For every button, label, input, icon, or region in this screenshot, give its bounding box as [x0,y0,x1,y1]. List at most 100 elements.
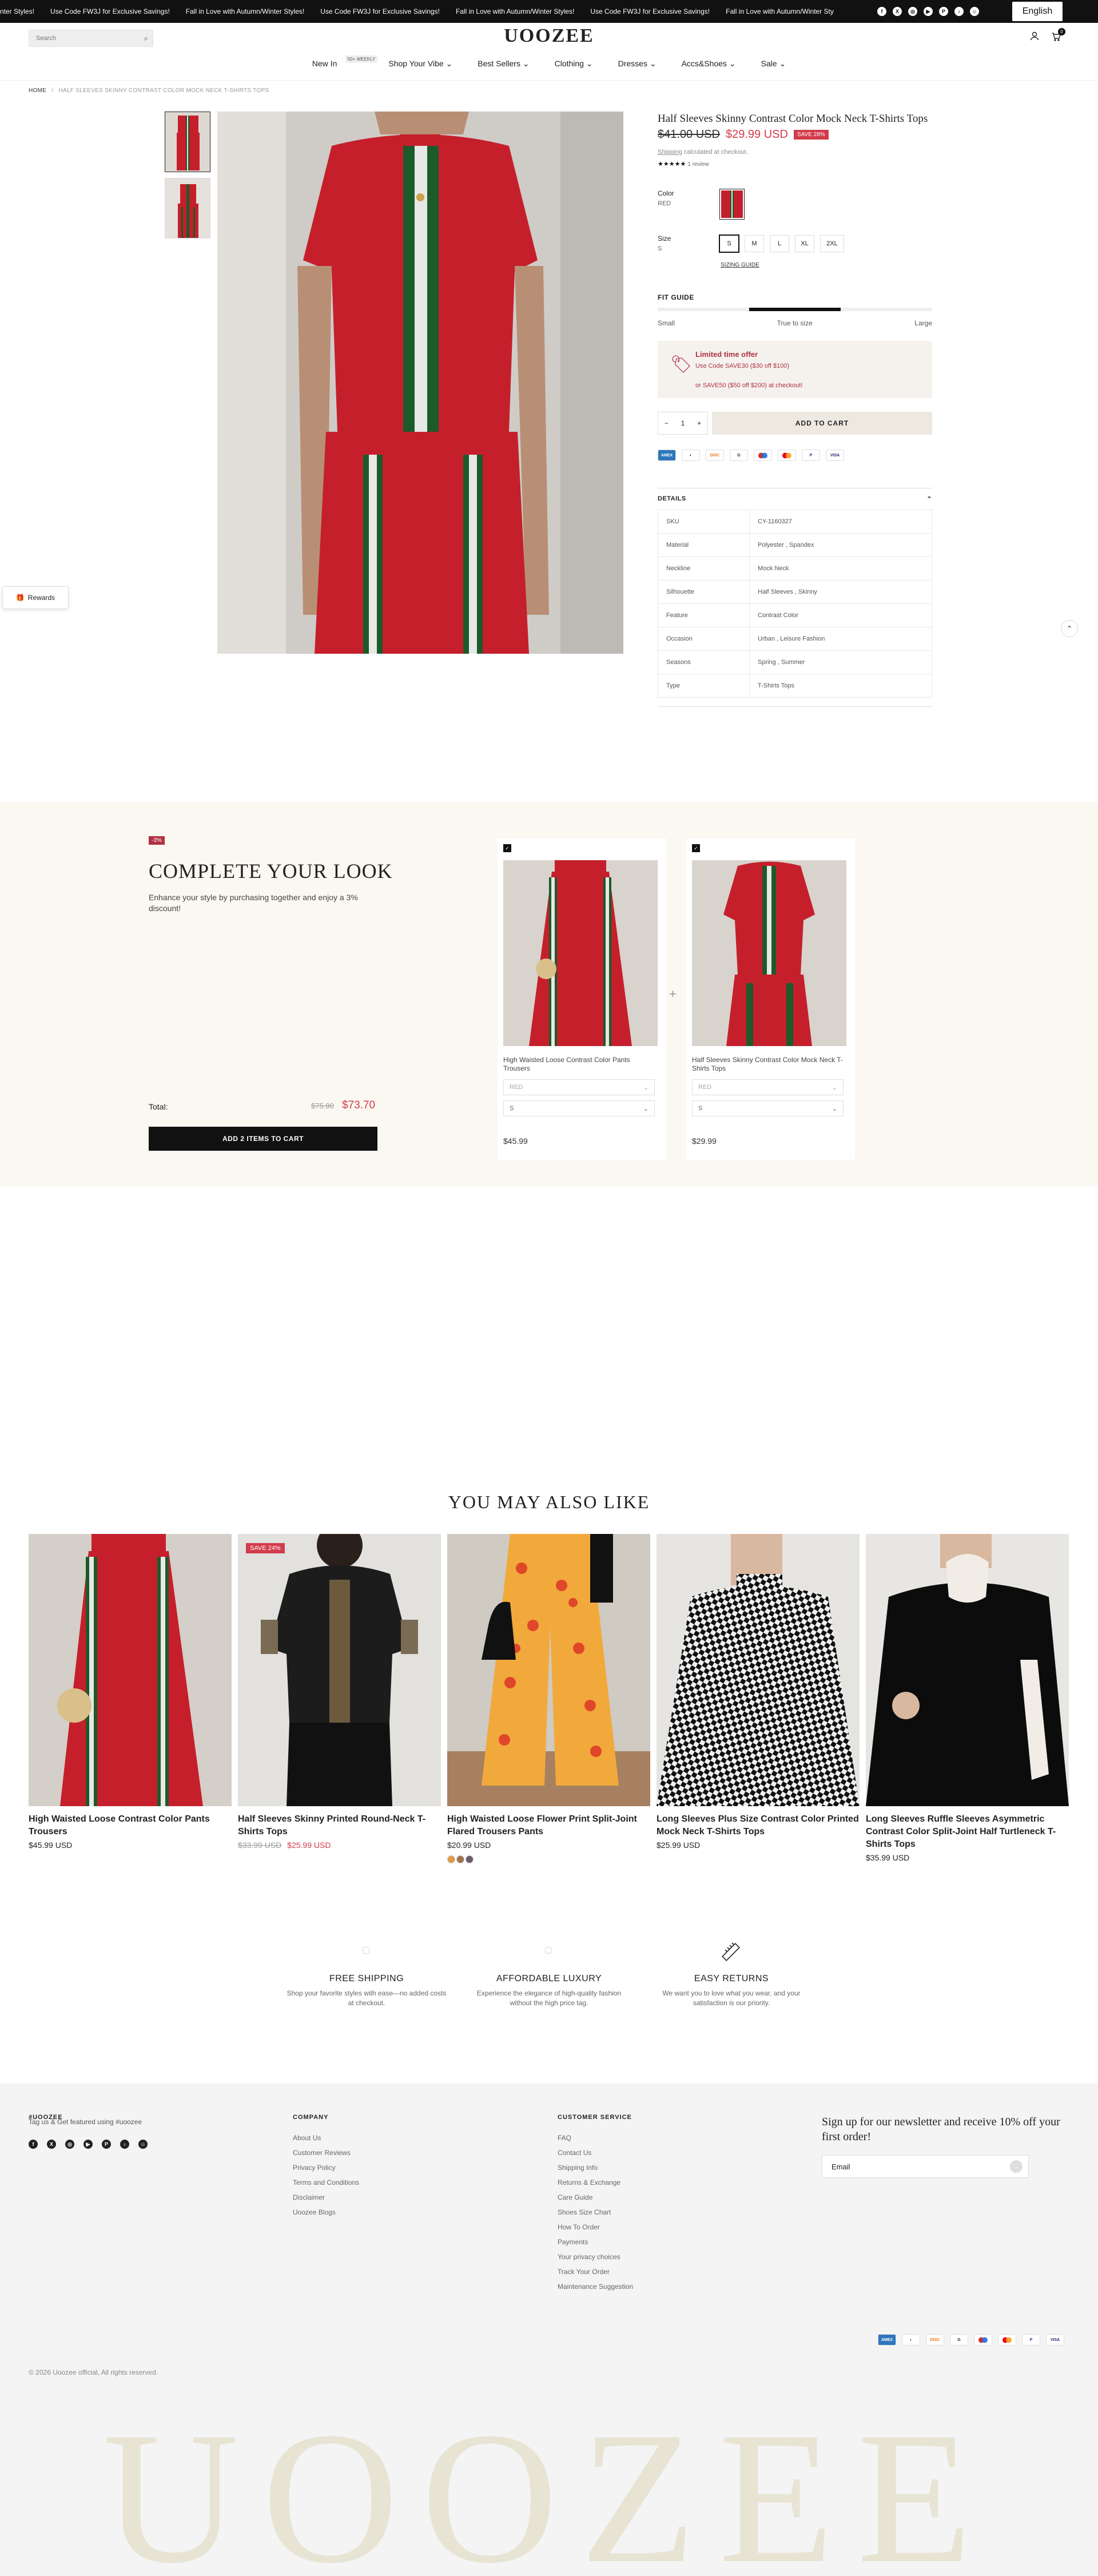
footer-link[interactable]: Your privacy choices [558,2253,633,2268]
bundle-item-checkbox[interactable]: ✓ [503,844,511,852]
footer-link[interactable]: Terms and Conditions [293,2179,359,2193]
bundle-item-image[interactable] [503,860,658,1046]
product-card-name[interactable]: Half Sleeves Skinny Printed Round-Neck T… [238,1813,441,1838]
product-card-image[interactable] [657,1534,860,1806]
nav-item-shop-your-vibe[interactable]: Shop Your Vibe ⌄ [388,59,452,69]
feature-description: We want you to love what you wear, and y… [662,1989,801,2007]
search-icon[interactable]: ⌕ [144,34,148,43]
arrow-right-icon[interactable]: → [1010,2160,1023,2173]
gallery-thumbnail[interactable] [165,112,210,172]
cart-icon[interactable]: 0 [1051,28,1065,44]
footer-link[interactable]: Care Guide [558,2193,633,2208]
sizing-guide-link[interactable]: SIZING GUIDE [721,262,759,268]
facebook-icon[interactable]: f [877,7,886,16]
bundle-item-image[interactable] [692,860,846,1046]
bundle-item-color-select[interactable]: RED ⌄ [692,1079,844,1095]
facebook-icon[interactable]: f [29,2140,38,2149]
nav-item-sale[interactable]: Sale ⌄ [761,59,786,69]
bundle-item-size-select[interactable]: S ⌄ [692,1100,844,1116]
search-box[interactable]: ⌕ [29,30,153,47]
shipping-link[interactable]: Shipping [658,149,682,156]
site-logo[interactable]: UOOZEE [492,25,606,47]
pinterest-icon[interactable]: P [102,2140,111,2149]
nav-item-clothing[interactable]: Clothing ⌄ [555,59,593,69]
rewards-button[interactable]: 🎁 Rewards [2,586,69,609]
gallery-thumbnail[interactable] [165,178,210,238]
youtube-icon[interactable]: ▶ [83,2140,93,2149]
x-icon[interactable]: X [47,2140,56,2149]
swatch-dot[interactable] [466,1855,474,1863]
spec-row: Feature Contrast Color [658,603,932,627]
details-accordion-header[interactable]: DETAILS ⌃ [658,488,932,503]
footer-link[interactable]: Privacy Policy [293,2164,359,2179]
footer-link[interactable]: Uoozee Blogs [293,2208,359,2223]
footer-link[interactable]: Payments [558,2238,633,2253]
size-option[interactable]: M [745,235,764,252]
bundle-item-checkbox[interactable]: ✓ [692,844,700,852]
size-option[interactable]: XL [795,235,814,252]
qty-minus-button[interactable]: − [665,419,669,427]
nav-item-new-in[interactable]: New In 50+ WEEKLY [312,55,378,69]
bundle-item-size-select[interactable]: S ⌄ [503,1100,655,1116]
product-card-image[interactable] [866,1534,1069,1806]
pinterest-icon[interactable]: P [939,7,948,16]
snapchat-icon[interactable]: ☺ [138,2140,148,2149]
spec-row: Seasons Spring , Summer [658,650,932,674]
size-option[interactable]: L [770,235,789,252]
footer-link[interactable]: About Us [293,2134,359,2149]
qty-value[interactable]: 1 [681,419,685,427]
color-swatch-red[interactable] [719,189,745,220]
main-product-image[interactable] [217,112,623,654]
footer-link[interactable]: FAQ [558,2134,633,2149]
nav-item-dresses[interactable]: Dresses ⌄ [618,59,657,69]
size-option[interactable]: 2XL [820,235,844,252]
qty-plus-button[interactable]: + [697,419,701,427]
footer-link[interactable]: Returns & Exchange [558,2179,633,2193]
instagram-icon[interactable]: ◎ [65,2140,74,2149]
footer-link[interactable]: Contact Us [558,2149,633,2164]
site-footer: #UOOZEE Tag us & Get featured using #uoo… [0,2084,1098,2576]
instagram-icon[interactable]: ◎ [908,7,917,16]
product-card-image[interactable] [29,1534,232,1806]
snapchat-icon[interactable]: ☺ [970,7,979,16]
product-card-name[interactable]: Long Sleeves Plus Size Contrast Color Pr… [657,1813,860,1838]
nav-item-accs-shoes[interactable]: Accs&Shoes ⌄ [682,59,736,69]
product-card-image[interactable] [447,1534,650,1806]
spec-value: Polyester , Spandex [749,533,932,557]
fit-guide-labels: Small True to size Large [658,319,932,327]
swatch-dot[interactable] [456,1855,464,1863]
rating[interactable]: ★★★★★ 1 review [658,160,709,168]
sale-price: $29.99 USD [725,128,788,141]
footer-link[interactable]: How To Order [558,2223,633,2238]
footer-link[interactable]: Customer Reviews [293,2149,359,2164]
tiktok-icon[interactable]: ♪ [120,2140,129,2149]
youtube-icon[interactable]: ▶ [924,7,933,16]
bundle-item-color-select[interactable]: RED ⌄ [503,1079,655,1095]
add-bundle-to-cart-button[interactable]: ADD 2 ITEMS TO CART [149,1127,377,1151]
product-card-price: $20.99 USD [447,1840,491,1850]
search-input[interactable] [29,30,132,46]
product-card-name[interactable]: High Waisted Loose Contrast Color Pants … [29,1813,232,1838]
x-icon[interactable]: X [893,7,902,16]
swatch-dot[interactable] [447,1855,455,1863]
product-card-name[interactable]: Long Sleeves Ruffle Sleeves Asymmetric C… [866,1813,1069,1851]
language-selector[interactable]: English [1012,2,1063,21]
newsletter-email-field[interactable]: Email → [822,2155,1029,2178]
footer-link[interactable]: Maintenance Suggestion [558,2283,633,2297]
nav-item-best-sellers[interactable]: Best Sellers ⌄ [478,59,529,69]
footer-link[interactable]: Disclaimer [293,2193,359,2208]
product-card-name[interactable]: High Waisted Loose Flower Print Split-Jo… [447,1813,650,1838]
footer-link[interactable]: Track Your Order [558,2268,633,2283]
product-card-image[interactable] [238,1534,441,1806]
tiktok-icon[interactable]: ♪ [954,7,964,16]
scroll-to-top-button[interactable]: ⌃ [1061,620,1078,637]
size-option[interactable]: S [719,234,739,253]
footer-link[interactable]: Shipping Info [558,2164,633,2179]
account-icon[interactable] [1029,31,1040,44]
bundle-item-name[interactable]: Half Sleeves Skinny Contrast Color Mock … [692,1056,844,1073]
add-to-cart-button[interactable]: ADD TO CART [712,412,932,435]
footer-link[interactable]: Shoes Size Chart [558,2208,633,2223]
breadcrumb-home[interactable]: HOME [29,88,46,94]
bundle-item-name[interactable]: High Waisted Loose Contrast Color Pants … [503,1056,655,1073]
amex-icon: AMEX [658,450,676,461]
